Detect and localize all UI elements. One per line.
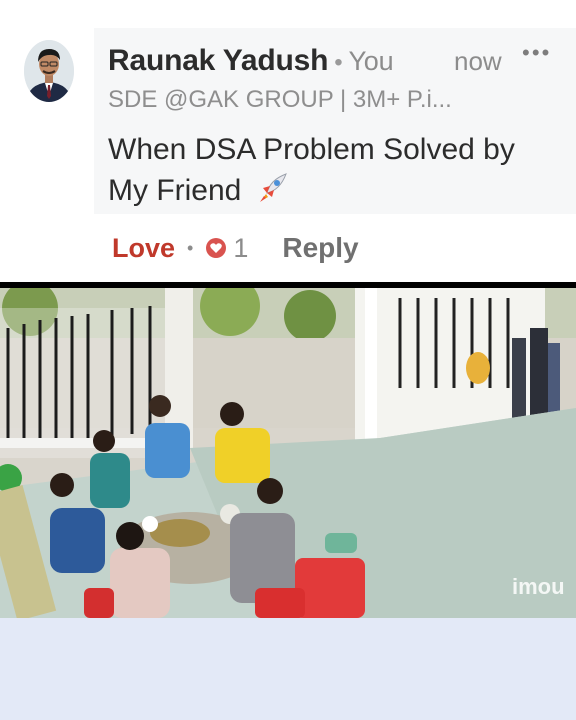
reply-button[interactable]: Reply <box>282 232 358 264</box>
author-name[interactable]: Raunak Yadush <box>108 44 328 77</box>
video-player[interactable]: imou <box>0 288 576 618</box>
more-horizontal-icon[interactable]: • • • <box>522 40 549 66</box>
author-line: Raunak Yadush • You <box>108 44 394 78</box>
author-relation: You <box>348 46 394 76</box>
reaction-count[interactable]: 1 <box>233 233 248 264</box>
comment-text: When DSA Problem Solved by My Friend <box>108 130 558 215</box>
bullet-separator: • <box>334 49 343 76</box>
comment-bubble: Raunak Yadush • You now • • • SDE @GAK GRO… <box>94 28 576 214</box>
heart-reaction-icon[interactable] <box>205 237 227 259</box>
bullet-separator: • <box>187 237 194 258</box>
video-footer <box>0 618 576 720</box>
video-watermark: imou <box>512 574 565 599</box>
timestamp: now <box>454 46 502 76</box>
comment-body: When DSA Problem Solved by My Friend <box>108 133 515 207</box>
rocket-icon <box>256 170 290 215</box>
author-headline: SDE @GAK GROUP | 3M+ P.i... <box>108 86 452 113</box>
love-reaction-button[interactable]: Love <box>112 233 175 264</box>
comment-actions: Love • 1 Reply <box>112 228 359 268</box>
avatar[interactable] <box>24 40 74 102</box>
comment-card: Raunak Yadush • You now • • • SDE @GAK GRO… <box>0 0 576 282</box>
